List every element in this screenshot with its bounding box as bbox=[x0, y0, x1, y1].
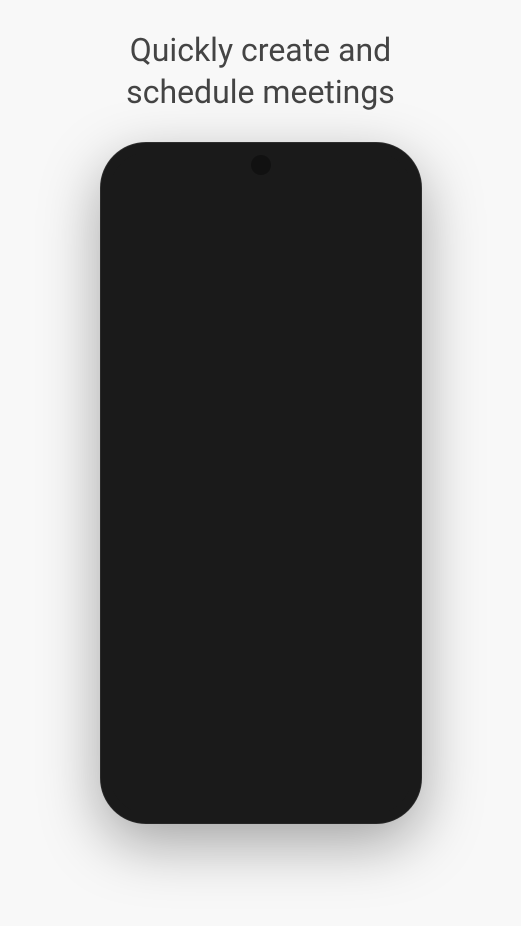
calendar-view-icon[interactable] bbox=[349, 186, 367, 208]
room-icon bbox=[127, 714, 151, 738]
save-button[interactable]: Save bbox=[331, 578, 399, 610]
sheet-header: Save bbox=[111, 574, 411, 614]
day-label: TUE 21 bbox=[111, 218, 155, 253]
events-overlay: Meeting room 4a Project planning Meeting… bbox=[155, 258, 411, 558]
status-bar: 11:58 AM bbox=[111, 153, 411, 180]
wifi-icon bbox=[335, 163, 351, 175]
attendees-row: You Raymond Santos bbox=[111, 665, 411, 706]
status-icons bbox=[335, 163, 391, 175]
calendar-title[interactable]: January ▾ bbox=[153, 187, 307, 208]
bottom-sheet: Save Raymond / Lori Tomorrow · 3:30–4 PM… bbox=[111, 566, 411, 746]
dropdown-icon: ▾ bbox=[221, 189, 228, 205]
search-icon[interactable] bbox=[317, 186, 335, 208]
more-options-icon[interactable] bbox=[381, 186, 399, 208]
workshop-event[interactable]: Workshop bbox=[159, 220, 407, 242]
project-planning-event[interactable]: Project planning Meeting room 5c bbox=[285, 338, 403, 406]
page-title: Quickly create and schedule meetings bbox=[86, 0, 435, 133]
day-header: TUE 21 Workshop bbox=[111, 214, 411, 258]
new-event-selection[interactable] bbox=[157, 426, 407, 468]
add-room-label[interactable]: Add room bbox=[163, 718, 224, 734]
app-bar-actions bbox=[317, 186, 399, 208]
event-time: Tomorrow · 3:30–4 PM bbox=[111, 643, 411, 665]
menu-icon[interactable] bbox=[123, 187, 143, 208]
sheet-handle bbox=[243, 566, 279, 570]
raymond-chip[interactable]: Raymond Santos bbox=[215, 673, 335, 698]
close-button[interactable] bbox=[123, 579, 153, 609]
battery-icon bbox=[373, 163, 391, 175]
people-icon bbox=[127, 674, 151, 698]
attendees-chips: You Raymond Santos bbox=[163, 673, 335, 698]
phone-screen: 11:58 AM bbox=[111, 153, 411, 813]
all-day-section: Workshop bbox=[155, 218, 411, 244]
signal-icon bbox=[355, 163, 369, 175]
status-time: 11:58 AM bbox=[131, 161, 187, 176]
calendar-scroll: 1 PM 2 PM 3 PM 4 PM bbox=[111, 258, 411, 558]
you-chip[interactable]: You bbox=[163, 673, 207, 698]
add-room-row[interactable]: Add room bbox=[111, 706, 411, 746]
meeting-room-4a-event[interactable]: Meeting room 4a bbox=[157, 260, 277, 388]
app-bar: January ▾ bbox=[111, 180, 411, 214]
event-title: Raymond / Lori bbox=[111, 614, 411, 643]
